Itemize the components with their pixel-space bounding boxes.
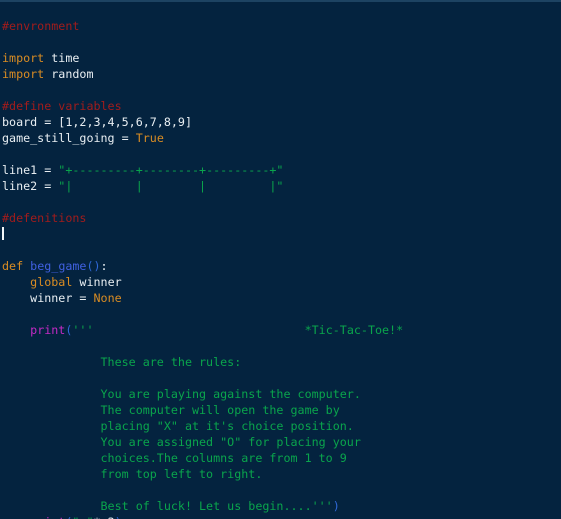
code-token-plain: line1 =	[2, 163, 59, 177]
code-token-cmt: #defenitions	[2, 211, 87, 225]
code-token-pun: ()	[86, 259, 101, 273]
code-token-pun: )	[115, 515, 122, 519]
code-line[interactable]: Best of luck! Let us begin....''')	[2, 498, 403, 514]
code-text-area[interactable]: #envronment import time import random #de…	[2, 18, 403, 519]
code-line[interactable]	[2, 146, 403, 162]
code-line[interactable]: The computer will open the game by	[2, 402, 403, 418]
code-token-plain: *	[94, 515, 108, 519]
code-token-plain: board = [1,2,3,4,5,6,7,8,9]	[2, 115, 192, 129]
code-token-plain: time	[44, 51, 80, 65]
code-line[interactable]: board = [1,2,3,4,5,6,7,8,9]	[2, 114, 403, 130]
code-line[interactable]: choices.The columns are from 1 to 9	[2, 450, 403, 466]
code-line[interactable]	[2, 82, 403, 98]
code-token-pr: print	[30, 515, 65, 519]
code-line[interactable]: #envronment	[2, 18, 403, 34]
code-token-pr: print	[30, 323, 66, 337]
code-line[interactable]	[2, 194, 403, 210]
code-token-str: " "	[72, 515, 93, 519]
code-token-pun: )	[332, 499, 340, 513]
code-line[interactable]: #defenitions	[2, 210, 403, 226]
code-line[interactable]	[2, 338, 403, 354]
code-token-str: choices.The columns are from 1 to 9	[2, 451, 347, 465]
code-line[interactable]: placing "X" at it's choice position.	[2, 418, 403, 434]
code-token-str: "| | | |"	[58, 179, 284, 193]
code-token-str: These are the rules:	[2, 355, 242, 369]
code-token-kw: import	[2, 67, 45, 81]
code-token-str: '''	[72, 323, 94, 337]
code-token-def: def	[2, 259, 24, 273]
code-line[interactable]: def beg_game():	[2, 258, 403, 274]
code-token-str: You are assigned "O" for placing your	[2, 435, 361, 449]
code-line[interactable]	[2, 242, 403, 258]
code-token-kw: global	[30, 275, 73, 289]
code-line[interactable]	[2, 34, 403, 50]
code-line[interactable]: winner = None	[2, 290, 403, 306]
code-line[interactable]	[2, 370, 403, 386]
code-token-kw: True	[135, 131, 164, 145]
code-token-plain: random	[44, 67, 94, 81]
code-token-fn: beg_game	[30, 259, 87, 273]
code-line[interactable]: line2 = "| | | |"	[2, 178, 403, 194]
code-token-num: 2	[108, 515, 115, 519]
code-line[interactable]	[2, 482, 403, 498]
code-token-plain: game_still_going =	[2, 131, 136, 145]
code-line[interactable]: You are playing against the computer.	[2, 386, 403, 402]
code-token-str: placing "X" at it's choice position.	[2, 419, 354, 433]
code-token-plain: line2 =	[2, 179, 59, 193]
code-line[interactable]	[2, 306, 403, 322]
code-line[interactable]: print(" "* 2)	[2, 514, 403, 519]
code-token-kw: None	[93, 291, 122, 305]
code-line[interactable]	[2, 226, 403, 242]
text-caret	[2, 227, 4, 240]
code-token-plain: winner	[72, 275, 122, 289]
code-line[interactable]: global winner	[2, 274, 403, 290]
code-token-str: *Tic-Tac-Toe!*	[93, 323, 404, 337]
code-editor[interactable]: #envronment import time import random #de…	[0, 0, 561, 519]
code-line[interactable]: game_still_going = True	[2, 130, 403, 146]
code-token-str: You are playing against the computer.	[2, 387, 361, 401]
code-token-cmt: #define variables	[2, 99, 122, 113]
code-line[interactable]: These are the rules:	[2, 354, 403, 370]
code-line[interactable]: import time	[2, 50, 403, 66]
code-token-str: Best of luck! Let us begin....'''	[2, 499, 333, 513]
code-token-plain: :	[100, 259, 108, 273]
code-token-str: "+---------+--------+---------+"	[58, 163, 284, 177]
code-token-plain: winner =	[30, 291, 94, 305]
code-line[interactable]: line1 = "+---------+--------+---------+"	[2, 162, 403, 178]
code-token-str: The computer will open the game by	[2, 403, 340, 417]
code-line[interactable]: #define variables	[2, 98, 403, 114]
code-line[interactable]: print(''' *Tic-Tac-Toe!*	[2, 322, 403, 338]
code-token-cmt: #envronment	[2, 19, 80, 33]
code-line[interactable]: from top left to right.	[2, 466, 403, 482]
code-token-kw: import	[2, 51, 45, 65]
code-line[interactable]: You are assigned "O" for placing your	[2, 434, 403, 450]
code-token-str: from top left to right.	[2, 467, 263, 481]
code-line[interactable]: import random	[2, 66, 403, 82]
